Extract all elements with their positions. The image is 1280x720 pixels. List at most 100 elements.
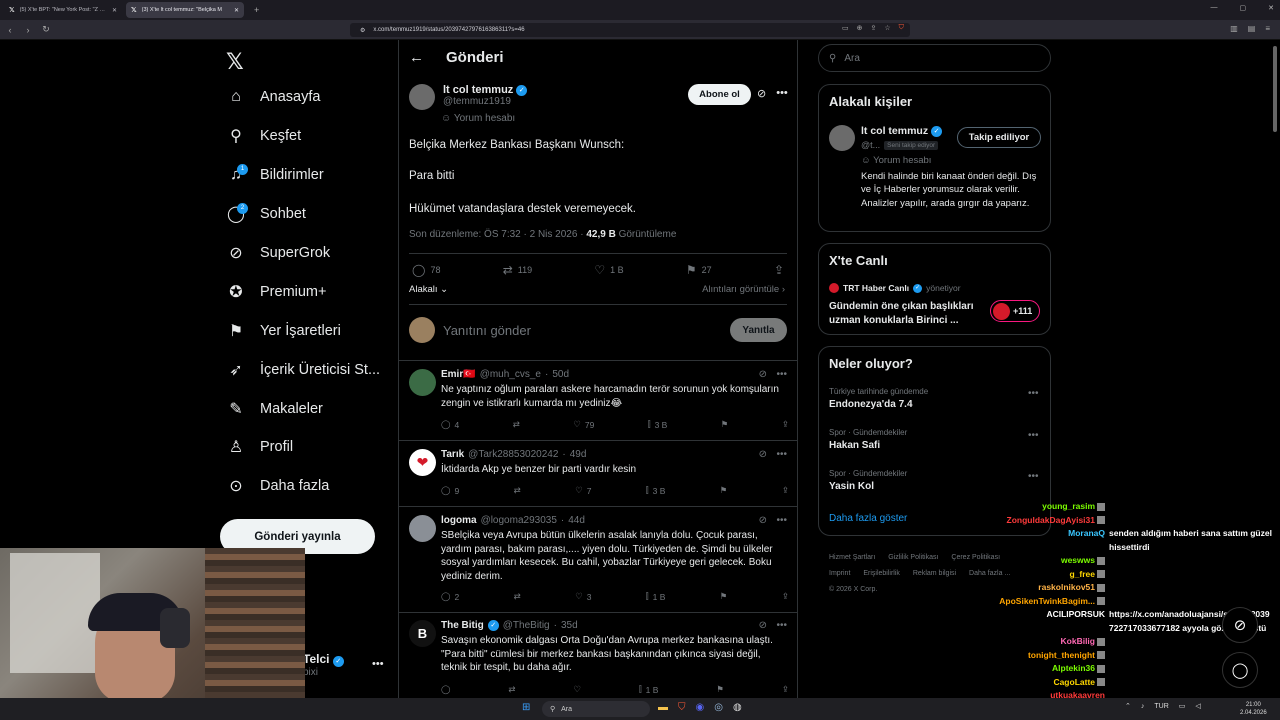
bookmark-action[interactable]: ⚑ — [716, 684, 724, 695]
repost-action[interactable]: ⇄ — [514, 591, 521, 602]
reply-handle[interactable]: @muh_cvs_e — [480, 369, 541, 380]
bookmark-action[interactable]: ⚑ — [720, 591, 728, 602]
subscribe-button[interactable]: Abone ol — [688, 84, 751, 105]
back-arrow-icon[interactable]: ‹ — [2, 22, 18, 38]
post-timestamp[interactable]: Son düzenleme: ÖS 7:32 · 2 Nis 2026 · — [409, 229, 586, 240]
forward-arrow-icon[interactable]: › — [20, 22, 36, 38]
url-bar[interactable]: ⚙ x.com/temmuz1919/status/20397427976163… — [350, 23, 910, 37]
language-indicator[interactable]: TUR — [1154, 703, 1168, 710]
author-handle[interactable]: @temmuz1919 — [443, 96, 527, 107]
wallet-icon[interactable]: ▤ — [1248, 24, 1256, 33]
reply-handle[interactable]: @Tark28853020242 — [468, 449, 558, 460]
like-action[interactable]: ♡ 3 — [575, 591, 591, 602]
site-info-icon[interactable]: ⚙ — [360, 27, 365, 34]
live-text[interactable]: Gündemin öne çıkan başlıkları uzman konu… — [829, 300, 984, 327]
avatar[interactable] — [409, 515, 436, 542]
reply-author[interactable]: Tarık — [441, 449, 464, 460]
reply-action[interactable]: ◯ 4 — [441, 419, 459, 430]
trend-more-icon[interactable]: ••• — [1028, 430, 1039, 441]
avatar[interactable] — [409, 84, 435, 110]
reply-time[interactable]: 49d — [570, 449, 587, 460]
views-action[interactable]: ⫿ 1 B — [646, 591, 666, 602]
more-options-icon[interactable]: ••• — [776, 87, 788, 100]
trend-more-icon[interactable]: ••• — [1028, 388, 1039, 399]
related-name[interactable]: lt col temmuz ✓ — [861, 125, 943, 137]
reply-handle[interactable]: @TheBitig — [503, 620, 550, 631]
zoom-icon[interactable]: ⊕ — [857, 24, 863, 32]
reply-action[interactable]: ◯ — [441, 684, 451, 695]
new-tab-icon[interactable]: + — [248, 5, 265, 15]
messages-fab-icon[interactable]: ◯ — [1222, 652, 1258, 688]
nav-item-bookmarks[interactable]: ⚑ Yer İşaretleri — [226, 311, 380, 350]
share-action[interactable]: ⇪ — [782, 591, 789, 602]
taskbar-search[interactable]: ⚲ Ara — [542, 701, 650, 717]
reply-item[interactable]: logoma @logoma293035 · 44d ⊘ ••• SBelçika ve… — [409, 515, 789, 609]
views-action[interactable]: ⫿ 3 B — [646, 485, 666, 496]
footer-link[interactable]: Reklam bilgisi — [913, 570, 956, 577]
close-tab-icon[interactable]: ✕ — [112, 7, 117, 14]
reply-time[interactable]: 50d — [552, 369, 569, 380]
folder-icon[interactable]: ▬ — [658, 702, 668, 713]
shield-icon[interactable]: ⛉ — [899, 24, 904, 32]
grok-icon[interactable]: ⊘ — [757, 87, 766, 100]
like-action[interactable]: ♡ 7 — [575, 485, 591, 496]
nav-item-home[interactable]: ⌂ Anasayfa — [226, 78, 380, 117]
nav-item-supergrok[interactable]: ⊘ SuperGrok — [226, 234, 380, 273]
network-icon[interactable]: ▭ — [1179, 702, 1186, 710]
scrollbar[interactable] — [1273, 46, 1277, 132]
menu-icon[interactable]: ≡ — [1265, 24, 1270, 33]
views-action[interactable]: ⫿ 3 B — [648, 419, 668, 430]
share-action[interactable]: ⇪ — [774, 263, 784, 277]
windows-start-icon[interactable]: ⊞ — [522, 702, 530, 713]
search-input[interactable]: ⚲ Ara — [818, 44, 1051, 72]
trend-item[interactable]: Spor · Gündemdekiler Yasin Kol — [829, 469, 907, 492]
live-host[interactable]: TRT Haber Canlı ✓ yönetiyor — [829, 283, 961, 293]
microphone-icon[interactable]: ♪ — [1141, 703, 1145, 710]
bookmark-action[interactable]: ⚑ — [720, 485, 728, 496]
discord-icon[interactable]: ◉ — [696, 702, 705, 713]
show-more-link[interactable]: Daha fazla göster — [829, 513, 907, 524]
trend-more-icon[interactable]: ••• — [1028, 471, 1039, 482]
reply-action[interactable]: ◯ 78 — [412, 263, 440, 277]
more-options-icon[interactable]: ••• — [776, 620, 787, 631]
minimize-icon[interactable]: — — [1211, 4, 1218, 12]
following-button[interactable]: Takip ediliyor — [957, 127, 1041, 148]
taskbar-clock[interactable]: 21:00 2.04.2026 — [1240, 701, 1267, 717]
sort-dropdown[interactable]: Alakalı ⌄ — [409, 284, 448, 295]
close-window-icon[interactable]: ✕ — [1268, 4, 1274, 12]
browser-tab-active[interactable]: 𝕏 (3) X'te lt col temmuz: "Belçika M ✕ — [126, 2, 244, 18]
nav-item-premium[interactable]: ✪ Premium+ — [226, 272, 380, 311]
reply-action[interactable]: ◯ 2 — [441, 591, 459, 602]
view-quotes-link[interactable]: Alıntıları görüntüle › — [702, 284, 785, 295]
footer-link[interactable]: Hizmet Şartları — [829, 554, 875, 561]
reply-author[interactable]: The Bitig — [441, 620, 484, 631]
obs-icon[interactable]: ◍ — [733, 702, 742, 713]
footer-link[interactable]: Erişilebilirlik — [863, 570, 900, 577]
repost-action[interactable]: ⇄ — [513, 419, 520, 430]
bookmark-action[interactable]: ⚑ — [721, 419, 729, 430]
share-icon[interactable]: ⇪ — [871, 24, 877, 32]
grok-icon[interactable]: ⊘ — [759, 515, 767, 526]
screenshot-icon[interactable]: ▭ — [842, 24, 849, 32]
heart-avatar-icon[interactable]: ❤ — [409, 449, 436, 476]
reply-item[interactable]: Emir🇹🇷 @muh_cvs_e · 50d ⊘ ••• Ne yaptınız oğ… — [409, 369, 789, 437]
trend-item[interactable]: Spor · Gündemdekiler Hakan Safi — [829, 428, 907, 451]
repost-action[interactable]: ⇄ — [508, 684, 515, 695]
live-listeners[interactable]: +111 — [990, 300, 1040, 322]
reply-author[interactable]: Emir🇹🇷 — [441, 369, 476, 380]
reply-button[interactable]: Yanıtla — [730, 318, 787, 342]
brave-browser-icon[interactable]: ⛉ — [678, 702, 686, 713]
close-tab-icon[interactable]: ✕ — [234, 7, 239, 14]
footer-link[interactable]: Imprint — [829, 570, 850, 577]
account-name[interactable]: Telci ✓ — [303, 652, 344, 667]
nav-item-articles[interactable]: ✎ Makaleler — [226, 389, 380, 428]
share-action[interactable]: ⇪ — [782, 419, 789, 430]
like-action[interactable]: ♡ 79 — [573, 419, 594, 430]
steam-icon[interactable]: ◎ — [714, 702, 723, 713]
maximize-icon[interactable]: ▢ — [1240, 4, 1247, 12]
views-action[interactable]: ⫿ 1 B — [639, 684, 659, 695]
more-options-icon[interactable]: ••• — [776, 515, 787, 526]
like-action[interactable]: ♡ 1 B — [594, 263, 623, 277]
reply-handle[interactable]: @logoma293035 — [481, 515, 557, 526]
reply-time[interactable]: 44d — [568, 515, 585, 526]
